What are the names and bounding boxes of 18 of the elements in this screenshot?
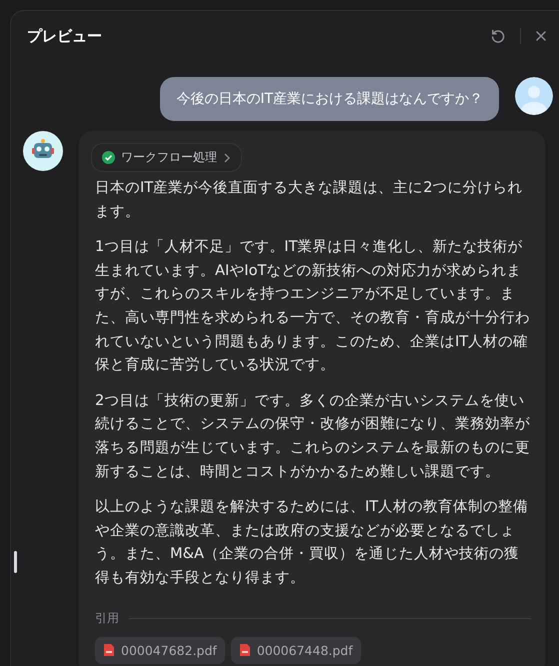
pdf-chip[interactable]: 000067448.pdf [230,636,361,664]
chevron-icon [223,152,231,162]
pdf-file-icon [238,643,251,657]
pdf-chip[interactable]: 000047682.pdf [95,636,225,664]
citations-label: 引用 [95,610,119,626]
panel-title: プレビュー [27,26,103,46]
workflow-pill[interactable]: ワークフロー処理 [91,143,242,172]
scroll-handle[interactable] [14,551,17,573]
refresh-icon[interactable] [490,28,506,44]
answer-paragraph: 1つ目は「人材不足」です。IT業界は日々進化し、新たな技術が生まれています。AIやIoTなどの新技術への対応力が求められますが、これらのスキルを持つエンジニアが不足しています。また、高い専門性を求められる一方で、その教育・育成が十分行われていないという問題もあります。このため、企業はIT人材の確保と育成に苦労している状況です。 [95,237,531,376]
answer-paragraph: 日本のIT産業が今後直面する大きな課題は、主に2つに分けられます。 [95,178,524,222]
user-message: 今後の日本のIT産業における課題はなんですか？ [160,77,499,121]
user-avatar-icon [515,77,553,115]
answer-paragraph: 2つ目は「技術の更新」です。多くの企業が古いシステムを使い続けることで、システムの保守・改修が困難になり、業務効率が落ちる問題が生じています。これらのシステムを最新のものに更新することは、時間とコストがかかるため難しい課題です。 [95,390,531,482]
answer-paragraph: 以上のような課題を解決するためには、IT人材の教育体制の整備や企業の意識改革、または政府の支援などが必要となるでしょう。また、M&A（企業の合併・買収）を通じた人材や技術の獲得も有効な手段となり得ます。 [95,497,530,588]
close-icon[interactable] [535,30,547,42]
bot-avatar-icon [23,131,63,171]
pdf-file-icon [103,643,115,657]
